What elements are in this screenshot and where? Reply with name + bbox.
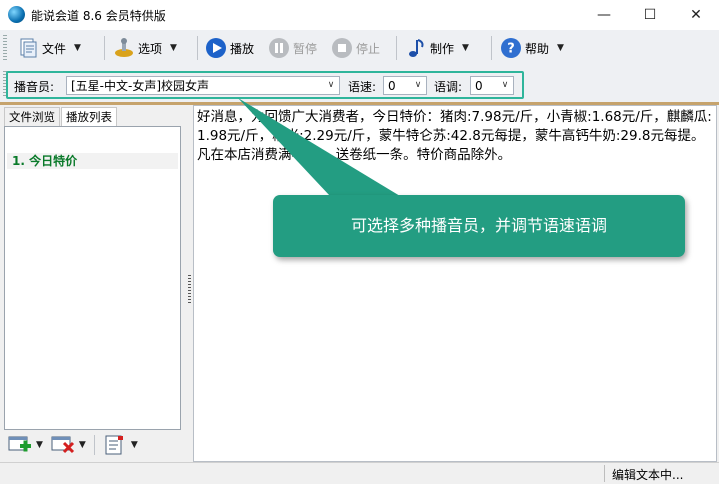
maximize-button[interactable]: ☐ xyxy=(627,0,673,30)
stop-button[interactable]: 停止 xyxy=(331,34,380,62)
options-menu-button[interactable]: 选项 ▼ xyxy=(113,34,177,62)
left-panel-tabs: 文件浏览 播放列表 xyxy=(4,107,118,126)
file-menu-button[interactable]: 文件 ▼ xyxy=(17,34,81,62)
chevron-down-icon: ▼ xyxy=(462,43,469,53)
title-bar[interactable]: 能说会道 8.6 会员特供版 — ☐ ✕ xyxy=(0,0,719,30)
help-icon: ? xyxy=(500,37,522,59)
chevron-down-icon[interactable]: ▼ xyxy=(79,440,86,450)
pitch-select-value: 0 xyxy=(475,79,483,93)
chevron-down-icon[interactable]: ∨ xyxy=(410,77,426,94)
app-logo-icon xyxy=(8,6,25,23)
speed-label: 语速: xyxy=(348,80,377,94)
play-button[interactable]: 播放 xyxy=(205,34,254,62)
voice-label: 播音员: xyxy=(14,80,55,94)
stop-icon xyxy=(331,37,353,59)
speed-select-value: 0 xyxy=(388,79,396,93)
pause-label: 暂停 xyxy=(293,41,318,56)
wrench-icon xyxy=(113,37,135,59)
delete-item-icon[interactable] xyxy=(51,435,75,455)
toolbar-divider xyxy=(396,36,397,60)
app-window: 能说会道 8.6 会员特供版 — ☐ ✕ 文件 ▼ 选项 ▼ 播放 暂停 停止 … xyxy=(0,0,719,484)
status-bar: 编辑文本中... xyxy=(0,462,719,484)
tab-file-browser[interactable]: 文件浏览 xyxy=(4,107,60,126)
make-menu-button[interactable]: 制作 ▼ xyxy=(405,34,469,62)
chevron-down-icon: ▼ xyxy=(557,43,564,53)
chevron-down-icon: ▼ xyxy=(170,43,177,53)
toolbar-divider xyxy=(104,36,105,60)
voice-select-value: [五星-中文-女声]校园女声 xyxy=(71,79,210,93)
add-item-icon[interactable] xyxy=(8,435,32,455)
window-title: 能说会道 8.6 会员特供版 xyxy=(31,9,166,23)
tools-divider xyxy=(93,435,95,455)
main-toolbar: 文件 ▼ 选项 ▼ 播放 暂停 停止 制作 ▼ ? 帮助 ▼ xyxy=(0,30,719,67)
speed-select[interactable]: 0 ∨ xyxy=(383,76,427,95)
play-label: 播放 xyxy=(230,41,255,56)
help-menu-label: 帮助 xyxy=(525,41,550,56)
chevron-down-icon[interactable]: ▼ xyxy=(131,440,138,450)
play-icon xyxy=(205,37,227,59)
status-divider xyxy=(604,465,605,482)
svg-text:?: ? xyxy=(507,42,515,57)
tab-playlist[interactable]: 播放列表 xyxy=(61,107,117,126)
list-properties-icon[interactable] xyxy=(103,435,127,455)
minimize-button[interactable]: — xyxy=(581,0,627,30)
editor-content[interactable]: 好消息，为回馈广大消费者，今日特价：猪肉:7.98元/斤，小青椒:1.68元/斤… xyxy=(197,108,712,165)
playlist-box[interactable]: 1. 今日特价 xyxy=(4,126,181,430)
file-menu-label: 文件 xyxy=(42,41,67,56)
toolbar-divider xyxy=(491,36,492,60)
chevron-down-icon: ▼ xyxy=(74,43,81,53)
callout-banner: 可选择多种播音员，并调节语速语调 xyxy=(273,195,685,257)
left-panel: 文件浏览 播放列表 1. 今日特价 ▼ ▼ ▼ xyxy=(0,105,187,462)
playlist-tools: ▼ ▼ ▼ xyxy=(8,432,146,458)
pitch-select[interactable]: 0 ∨ xyxy=(470,76,514,95)
pitch-label: 语调: xyxy=(434,80,463,94)
stop-label: 停止 xyxy=(356,41,381,56)
help-menu-button[interactable]: ? 帮助 ▼ xyxy=(500,34,564,62)
pause-icon xyxy=(268,37,290,59)
chevron-down-icon[interactable]: ∨ xyxy=(323,77,339,94)
music-note-icon xyxy=(405,37,427,59)
document-icon xyxy=(17,37,39,59)
status-text: 编辑文本中... xyxy=(612,468,684,482)
list-item[interactable]: 1. 今日特价 xyxy=(7,153,178,169)
toolbar-grip[interactable] xyxy=(3,35,7,61)
voice-settings-bar: 播音员: [五星-中文-女声]校园女声 ∨ 语速: 0 ∨ 语调: 0 ∨ xyxy=(0,66,719,105)
voice-select[interactable]: [五星-中文-女声]校园女声 ∨ xyxy=(66,76,340,95)
chevron-down-icon[interactable]: ▼ xyxy=(36,440,43,450)
options-menu-label: 选项 xyxy=(138,41,163,56)
text-editor[interactable]: 好消息，为回馈广大消费者，今日特价：猪肉:7.98元/斤，小青椒:1.68元/斤… xyxy=(193,105,717,462)
toolbar-divider xyxy=(197,36,198,60)
make-menu-label: 制作 xyxy=(430,41,455,56)
splitter-grip[interactable] xyxy=(188,275,191,305)
close-button[interactable]: ✕ xyxy=(673,0,719,30)
chevron-down-icon[interactable]: ∨ xyxy=(497,77,513,94)
pause-button[interactable]: 暂停 xyxy=(268,34,317,62)
callout-text: 可选择多种播音员，并调节语速语调 xyxy=(350,216,607,235)
